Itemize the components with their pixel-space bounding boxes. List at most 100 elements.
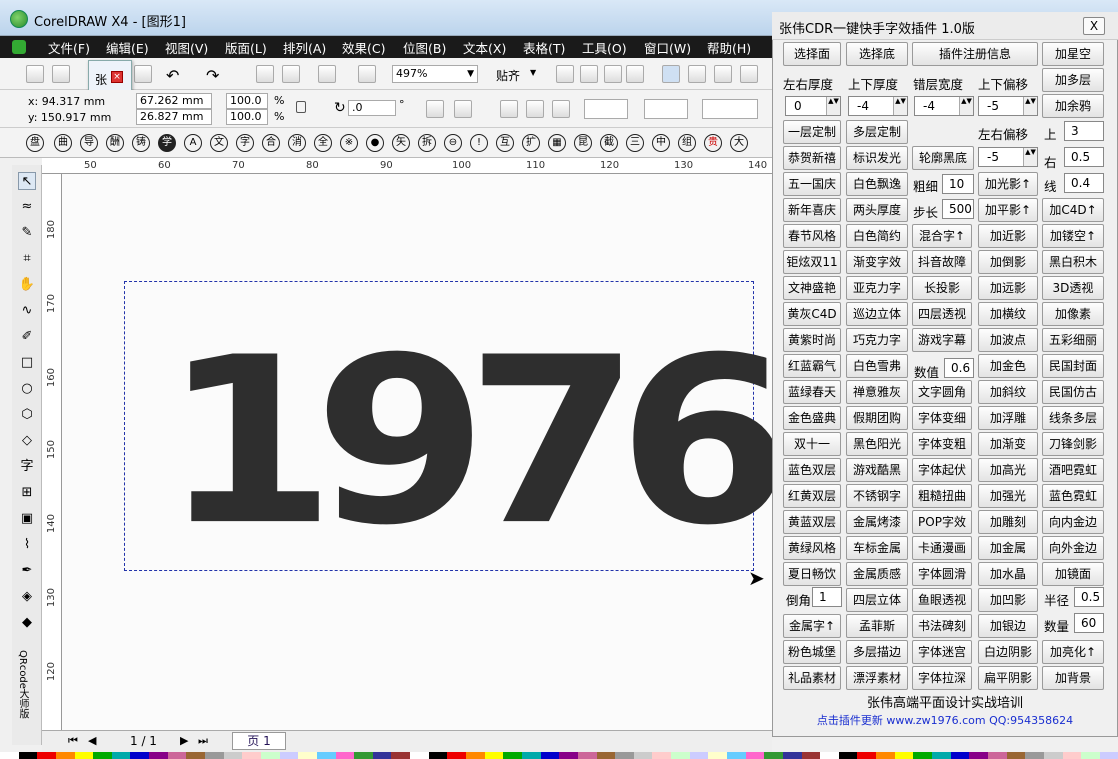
palette-swatch[interactable] xyxy=(894,752,914,759)
effect-button[interactable]: 3D透视 xyxy=(1042,276,1104,300)
palette-swatch[interactable] xyxy=(633,752,653,759)
effect-button[interactable]: 钜炫双11 xyxy=(783,250,841,274)
effect-button[interactable]: 金属字↑ xyxy=(783,614,841,638)
palette-swatch[interactable] xyxy=(37,752,56,759)
effect-button[interactable]: 书法碑刻 xyxy=(912,614,972,638)
scale-width-field[interactable]: 100.0 xyxy=(226,93,268,109)
new-year-greeting-button[interactable]: 恭贺新禧 xyxy=(783,146,841,170)
glyph-button[interactable]: A xyxy=(184,134,202,152)
effect-button[interactable]: 加倒影 xyxy=(978,250,1038,274)
text-tool-icon[interactable]: 字 xyxy=(18,458,36,476)
effect-button[interactable]: 加水晶 xyxy=(978,562,1038,586)
effect-button[interactable]: 蓝绿春天 xyxy=(783,380,841,404)
effect-button[interactable]: 亚克力字 xyxy=(846,276,908,300)
palette-swatch[interactable] xyxy=(167,752,187,759)
add-starry-sky-button[interactable]: 加星空 xyxy=(1042,42,1104,66)
first-page-icon[interactable]: ⏮ xyxy=(68,734,78,748)
corner-field[interactable]: 1 xyxy=(812,587,842,607)
shape-tool-icon[interactable]: ≈ xyxy=(18,198,36,216)
effect-button[interactable]: 孟菲斯 xyxy=(846,614,908,638)
height-field[interactable]: 26.827 mm xyxy=(136,109,212,125)
count-field[interactable]: 60 xyxy=(1074,613,1104,633)
fill-tool-icon[interactable]: ◈ xyxy=(18,588,36,606)
effect-button[interactable]: 字体迷宫 xyxy=(912,640,972,664)
one-layer-custom-button[interactable]: 一层定制 xyxy=(783,120,841,144)
palette-swatch[interactable] xyxy=(820,752,839,759)
palette-swatch[interactable] xyxy=(484,752,504,759)
effect-button[interactable]: 民国仿古 xyxy=(1042,380,1104,404)
app-launcher-icon[interactable] xyxy=(358,65,376,83)
palette-swatch[interactable] xyxy=(279,752,299,759)
last-page-icon[interactable]: ⏭ xyxy=(198,734,208,748)
glyph-button[interactable]: 字 xyxy=(236,134,254,152)
spin-arrows-icon[interactable]: ▲▼ xyxy=(1023,97,1037,115)
palette-swatch[interactable] xyxy=(205,752,224,759)
effect-button[interactable]: 向内金边 xyxy=(1042,510,1104,534)
ud-offset-spinner[interactable]: -5 ▲▼ xyxy=(978,96,1038,116)
glyph-button[interactable]: ▦ xyxy=(548,134,566,152)
ellipse-tool-icon[interactable]: ○ xyxy=(18,380,36,398)
effect-button[interactable]: 蓝色双层 xyxy=(783,458,841,482)
next-page-icon[interactable]: ▶ xyxy=(180,734,188,747)
publish-pdf-icon[interactable] xyxy=(318,65,336,83)
outline-tool-icon[interactable]: ✒ xyxy=(18,562,36,580)
mirror-h-icon[interactable] xyxy=(426,100,444,118)
add-light-shadow-button[interactable]: 加光影↑ xyxy=(978,172,1038,196)
effect-button[interactable]: 加镂空↑ xyxy=(1042,224,1104,248)
palette-swatch[interactable] xyxy=(652,752,672,759)
effect-button[interactable]: 黄绿风格 xyxy=(783,536,841,560)
crop-tool-icon[interactable]: ⌗ xyxy=(18,250,36,268)
palette-swatch[interactable] xyxy=(708,752,727,759)
effect-button[interactable]: 四层立体 xyxy=(846,588,908,612)
effect-button[interactable]: 不锈钢字 xyxy=(846,484,908,508)
effect-button[interactable]: 黄蓝双层 xyxy=(783,510,841,534)
align-icon[interactable] xyxy=(714,65,732,83)
start-arrow-select[interactable] xyxy=(644,99,688,119)
palette-swatch[interactable] xyxy=(186,752,206,759)
add-spray-button[interactable]: 加余鸦 xyxy=(1042,94,1104,118)
effect-button[interactable]: 金属质感 xyxy=(846,562,908,586)
y-position[interactable]: y: 150.917 mm xyxy=(28,111,111,124)
open-icon[interactable] xyxy=(52,65,70,83)
effect-button[interactable]: 文神盛艳 xyxy=(783,276,841,300)
menu-help[interactable]: 帮助(H) xyxy=(707,38,751,57)
pick-tool-icon[interactable]: ↖ xyxy=(18,172,36,190)
chevron-down-icon[interactable]: ▼ xyxy=(530,68,536,77)
palette-swatch[interactable] xyxy=(447,752,467,759)
effect-button[interactable]: 字体圆滑 xyxy=(912,562,972,586)
export-icon[interactable] xyxy=(282,65,300,83)
palette-swatch[interactable] xyxy=(428,752,448,759)
menu-layout[interactable]: 版面(L) xyxy=(225,38,267,57)
effect-button[interactable]: 加浮雕 xyxy=(978,406,1038,430)
palette-swatch[interactable] xyxy=(1025,752,1044,759)
palette-swatch[interactable] xyxy=(1043,752,1063,759)
effect-button[interactable]: 加渐变 xyxy=(978,432,1038,456)
spin-arrows-icon[interactable]: ▲▼ xyxy=(893,97,907,115)
effect-button[interactable]: 加亮化↑ xyxy=(1042,640,1104,664)
glyph-button[interactable]: 全 xyxy=(314,134,332,152)
pan-tool-icon[interactable]: ✋ xyxy=(18,276,36,294)
palette-swatch[interactable] xyxy=(410,752,429,759)
polygon-tool-icon[interactable]: ⬡ xyxy=(18,406,36,424)
effect-button[interactable]: 字体拉深 xyxy=(912,666,972,690)
lock-icon[interactable] xyxy=(526,100,544,118)
step-field[interactable]: 500 xyxy=(942,199,974,219)
palette-swatch[interactable] xyxy=(316,752,336,759)
effect-button[interactable]: 双十一 xyxy=(783,432,841,456)
effect-button[interactable]: 文字圆角 xyxy=(912,380,972,404)
plugin-register-info-button[interactable]: 插件注册信息 xyxy=(912,42,1038,66)
menu-window[interactable]: 窗口(W) xyxy=(644,38,691,57)
glyph-button[interactable]: 截 xyxy=(600,134,618,152)
palette-swatch[interactable] xyxy=(876,752,895,759)
palette-swatch[interactable] xyxy=(93,752,112,759)
glyph-button[interactable]: 合 xyxy=(262,134,280,152)
glyph-button[interactable]: 盘 xyxy=(26,134,44,152)
rotation-field[interactable]: .0 xyxy=(348,100,396,116)
effect-button[interactable]: 加镜面 xyxy=(1042,562,1104,586)
palette-swatch[interactable] xyxy=(354,752,373,759)
right-field[interactable]: 0.5 xyxy=(1064,147,1104,167)
select-face-button[interactable]: 选择面 xyxy=(783,42,841,66)
palette-swatch[interactable] xyxy=(130,752,150,759)
effect-button[interactable]: POP字效 xyxy=(912,510,972,534)
glyph-button[interactable]: ! xyxy=(470,134,488,152)
